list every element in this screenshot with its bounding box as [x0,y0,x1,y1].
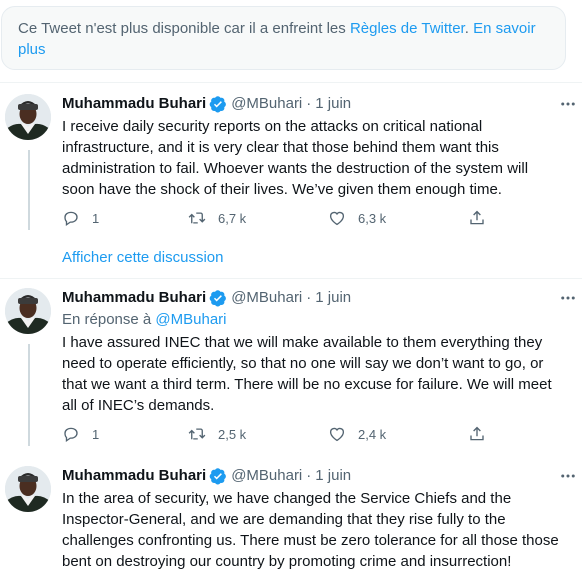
author-name[interactable]: Muhammadu Buhari [62,466,206,486]
author-handle[interactable]: @MBuhari [231,94,302,114]
avatar[interactable] [5,94,51,140]
share-icon [470,426,484,441]
tweet-text: I receive daily security reports on the … [62,118,529,198]
tweet-date[interactable]: 1 juin [315,94,351,114]
retweet-icon [188,428,206,440]
tweet-text: I have assured INEC that we will make av… [62,334,552,414]
like-icon [329,427,345,442]
divider [0,82,582,83]
reply-context: En réponse à @MBuhari [62,310,562,330]
verified-badge-icon [209,468,227,485]
notice-text: Ce Tweet n'est plus disponible car il a … [18,20,350,37]
tweet-1[interactable]: Muhammadu Buhari @MBuhari · 1 juin I rec… [0,94,582,242]
more-options-icon[interactable] [556,466,580,486]
tweet-3[interactable]: Muhammadu Buhari @MBuhari · 1 juin In th… [0,466,582,580]
verified-badge-icon [209,290,227,307]
tweet-body: Muhammadu Buhari @MBuhari · 1 juin I rec… [62,94,562,200]
share-icon [470,210,484,225]
like-count: 2,4 k [358,426,387,442]
separator-dot: · [306,95,312,112]
divider [0,278,582,279]
share-button[interactable] [468,424,498,444]
retweet-icon [188,212,206,224]
tweet-header: Muhammadu Buhari @MBuhari · 1 juin [62,288,562,308]
thread-line [28,344,30,446]
reply-icon [64,427,78,443]
reply-to-handle[interactable]: @MBuhari [155,311,226,328]
share-button[interactable] [468,208,498,228]
separator-dot: · [306,467,312,484]
tweet-body: Muhammadu Buhari @MBuhari · 1 juin En ré… [62,288,562,416]
separator-dot: · [306,289,312,306]
reply-count: 1 [92,426,100,442]
tweet-actions: 1 2,5 k 2,4 k [62,424,492,444]
avatar[interactable] [5,466,51,512]
retweet-button[interactable]: 2,5 k [188,424,246,444]
twitter-rules-link[interactable]: Règles de Twitter [350,20,465,37]
avatar[interactable] [5,288,51,334]
tweet-header: Muhammadu Buhari @MBuhari · 1 juin [62,466,562,486]
like-count: 6,3 k [358,210,387,226]
tweet-actions: 1 6,7 k 6,3 k [62,208,492,228]
reply-count: 1 [92,210,100,226]
like-icon [329,211,345,226]
author-name[interactable]: Muhammadu Buhari [62,288,206,308]
reply-button[interactable]: 1 [62,208,99,228]
more-options-icon[interactable] [556,94,580,114]
author-name[interactable]: Muhammadu Buhari [62,94,206,114]
retweet-count: 6,7 k [218,210,247,226]
tweet-text: In the area of security, we have changed… [62,490,559,570]
tweet-date[interactable]: 1 juin [315,288,351,308]
author-handle[interactable]: @MBuhari [231,288,302,308]
reply-button[interactable]: 1 [62,424,99,444]
verified-badge-icon [209,96,227,113]
like-button[interactable]: 2,4 k [328,424,386,444]
tweet-body: Muhammadu Buhari @MBuhari · 1 juin In th… [62,466,562,572]
tweet-2[interactable]: Muhammadu Buhari @MBuhari · 1 juin En ré… [0,288,582,456]
tweet-header: Muhammadu Buhari @MBuhari · 1 juin [62,94,562,114]
more-options-icon[interactable] [556,288,580,308]
show-thread-link[interactable]: Afficher cette discussion [62,248,223,268]
reply-prefix: En réponse à [62,311,156,328]
tweet-unavailable-notice: Ce Tweet n'est plus disponible car il a … [1,6,566,70]
thread-line [28,150,30,230]
retweet-button[interactable]: 6,7 k [188,208,246,228]
retweet-count: 2,5 k [218,426,247,442]
like-button[interactable]: 6,3 k [328,208,386,228]
tweet-date[interactable]: 1 juin [315,466,351,486]
author-handle[interactable]: @MBuhari [231,466,302,486]
reply-icon [64,211,78,227]
notice-separator: . [464,20,474,37]
